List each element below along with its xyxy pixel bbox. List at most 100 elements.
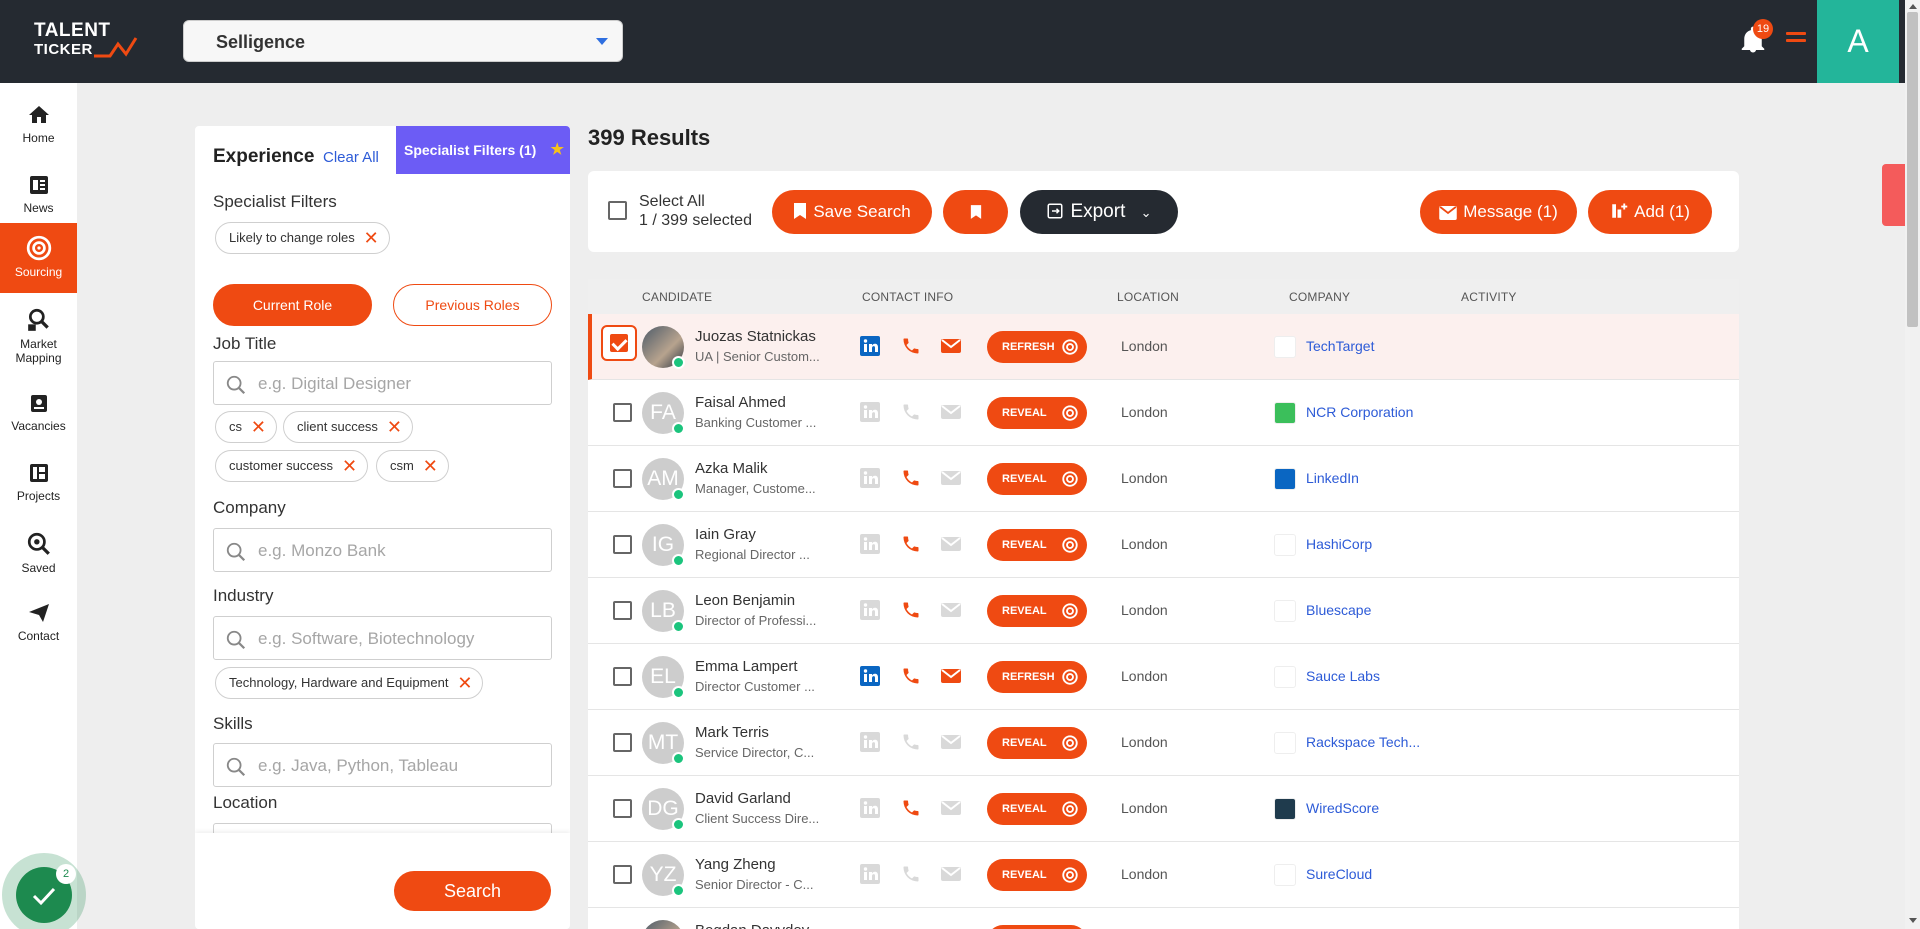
- candidate-name[interactable]: Bogdan Davydov: [695, 922, 809, 929]
- reveal-button[interactable]: REVEAL: [987, 397, 1087, 429]
- avatar[interactable]: [642, 920, 684, 929]
- table-row[interactable]: DG David Garland Client Success Dire... REV…: [588, 776, 1739, 842]
- table-row[interactable]: FA Faisal Ahmed Banking Customer ... REVEAL…: [588, 380, 1739, 446]
- skills-input[interactable]: e.g. Java, Python, Tableau: [213, 743, 552, 787]
- reveal-button[interactable]: REVEAL: [987, 793, 1087, 825]
- table-row[interactable]: AM Azka Malik Manager, Custome... REVEAL Lon…: [588, 446, 1739, 512]
- clear-all-link[interactable]: Clear All: [323, 149, 379, 166]
- avatar[interactable]: MT: [642, 722, 685, 765]
- email-icon[interactable]: [941, 534, 961, 554]
- column-location[interactable]: LOCATION: [1117, 290, 1179, 304]
- phone-icon[interactable]: [901, 402, 921, 422]
- nav-contact[interactable]: Contact: [0, 589, 77, 657]
- specialist-filters-tab[interactable]: Specialist Filters (1) ★: [396, 126, 570, 174]
- reveal-button[interactable]: REVEAL: [987, 859, 1087, 891]
- row-checkbox[interactable]: [613, 469, 632, 488]
- phone-icon[interactable]: [901, 666, 921, 686]
- company-input[interactable]: e.g. Monzo Bank: [213, 528, 552, 572]
- select-all-checkbox[interactable]: [608, 201, 627, 220]
- remove-chip-icon[interactable]: ✕: [457, 668, 472, 698]
- remove-chip-icon[interactable]: ✕: [364, 223, 379, 253]
- table-row[interactable]: LB Leon Benjamin Director of Professi... RE…: [588, 578, 1739, 644]
- avatar[interactable]: FA: [642, 392, 685, 435]
- company-link[interactable]: SureCloud: [1306, 866, 1372, 882]
- candidate-name[interactable]: Mark Terris: [695, 724, 769, 741]
- row-checkbox[interactable]: [613, 865, 632, 884]
- tasks-fab[interactable]: 2: [0, 852, 88, 929]
- nav-market-mapping[interactable]: Market Mapping: [0, 295, 77, 373]
- nav-projects[interactable]: Projects: [0, 449, 77, 517]
- candidate-name[interactable]: Iain Gray: [695, 526, 756, 543]
- nav-news[interactable]: News: [0, 161, 77, 229]
- phone-icon[interactable]: [901, 468, 921, 488]
- hamburger-menu-icon[interactable]: [1786, 32, 1806, 48]
- email-icon[interactable]: [941, 468, 961, 488]
- nav-sourcing[interactable]: Sourcing: [0, 223, 77, 293]
- email-icon[interactable]: [941, 600, 961, 620]
- avatar[interactable]: AM: [642, 458, 685, 501]
- company-link[interactable]: Rackspace Tech...: [1306, 734, 1420, 750]
- company-link[interactable]: TechTarget: [1306, 338, 1374, 354]
- row-checkbox[interactable]: [613, 733, 632, 752]
- linkedin-icon[interactable]: [860, 600, 880, 620]
- row-checkbox[interactable]: [613, 667, 632, 686]
- remove-chip-icon[interactable]: ✕: [342, 451, 357, 481]
- linkedin-icon[interactable]: [860, 534, 880, 554]
- table-row[interactable]: IG Iain Gray Regional Director ... REVEAL Lo…: [588, 512, 1739, 578]
- talent-ticker-logo[interactable]: TALENT TICKER: [34, 20, 144, 60]
- company-link[interactable]: WiredScore: [1306, 800, 1379, 816]
- avatar[interactable]: EL: [642, 656, 685, 699]
- table-row[interactable]: EL Emma Lampert Director Customer ... REFRE…: [588, 644, 1739, 710]
- user-avatar[interactable]: A: [1817, 0, 1899, 83]
- feedback-side-tab[interactable]: [1882, 164, 1905, 226]
- email-icon[interactable]: [941, 864, 961, 884]
- email-icon[interactable]: [941, 732, 961, 752]
- reveal-button[interactable]: REFRESH: [987, 661, 1087, 693]
- phone-icon[interactable]: [901, 732, 921, 752]
- candidate-name[interactable]: Azka Malik: [695, 460, 768, 477]
- row-checkbox[interactable]: [613, 535, 632, 554]
- row-checkbox[interactable]: [613, 799, 632, 818]
- phone-icon[interactable]: [901, 864, 921, 884]
- phone-icon[interactable]: [901, 336, 921, 356]
- reveal-button[interactable]: REVEAL: [987, 529, 1087, 561]
- linkedin-icon[interactable]: [860, 336, 880, 356]
- candidate-name[interactable]: Emma Lampert: [695, 658, 798, 675]
- table-row[interactable]: Juozas Statnickas UA | Senior Custom... RE…: [588, 314, 1739, 380]
- industry-input[interactable]: e.g. Software, Biotechnology: [213, 616, 552, 660]
- candidate-name[interactable]: Yang Zheng: [695, 856, 776, 873]
- avatar[interactable]: IG: [642, 524, 685, 567]
- nav-home[interactable]: Home: [0, 91, 77, 159]
- linkedin-icon[interactable]: [860, 468, 880, 488]
- add-button[interactable]: Add (1): [1588, 190, 1712, 234]
- email-icon[interactable]: [941, 798, 961, 818]
- linkedin-icon[interactable]: [860, 732, 880, 752]
- current-role-button[interactable]: Current Role: [213, 284, 372, 326]
- company-link[interactable]: LinkedIn: [1306, 470, 1359, 486]
- linkedin-icon[interactable]: [860, 402, 880, 422]
- previous-roles-button[interactable]: Previous Roles: [393, 284, 552, 326]
- email-icon[interactable]: [941, 402, 961, 422]
- column-candidate[interactable]: CANDIDATE: [642, 290, 712, 304]
- page-scrollbar[interactable]: [1905, 0, 1920, 929]
- reveal-button[interactable]: REFRESH: [987, 331, 1087, 363]
- table-row[interactable]: YZ Yang Zheng Senior Director - C... REVEAL…: [588, 842, 1739, 908]
- company-link[interactable]: NCR Corporation: [1306, 404, 1413, 420]
- saved-searches-button[interactable]: [943, 190, 1008, 234]
- table-row[interactable]: MT Mark Terris Service Director, C... REVEA…: [588, 710, 1739, 776]
- company-link[interactable]: Sauce Labs: [1306, 668, 1380, 684]
- remove-chip-icon[interactable]: ✕: [423, 451, 438, 481]
- candidate-name[interactable]: David Garland: [695, 790, 791, 807]
- reveal-button[interactable]: REVEAL: [987, 595, 1087, 627]
- avatar[interactable]: DG: [642, 788, 685, 831]
- message-button[interactable]: Message (1): [1420, 190, 1577, 234]
- column-company[interactable]: COMPANY: [1289, 290, 1350, 304]
- candidate-name[interactable]: Juozas Statnickas: [695, 328, 816, 345]
- export-button[interactable]: Export ⌄: [1020, 190, 1178, 234]
- scroll-up-icon[interactable]: [1909, 4, 1917, 9]
- email-icon[interactable]: [941, 666, 961, 686]
- remove-chip-icon[interactable]: ✕: [387, 412, 402, 442]
- scroll-down-icon[interactable]: [1909, 918, 1917, 923]
- save-search-button[interactable]: Save Search: [772, 190, 932, 234]
- row-checkbox[interactable]: [613, 601, 632, 620]
